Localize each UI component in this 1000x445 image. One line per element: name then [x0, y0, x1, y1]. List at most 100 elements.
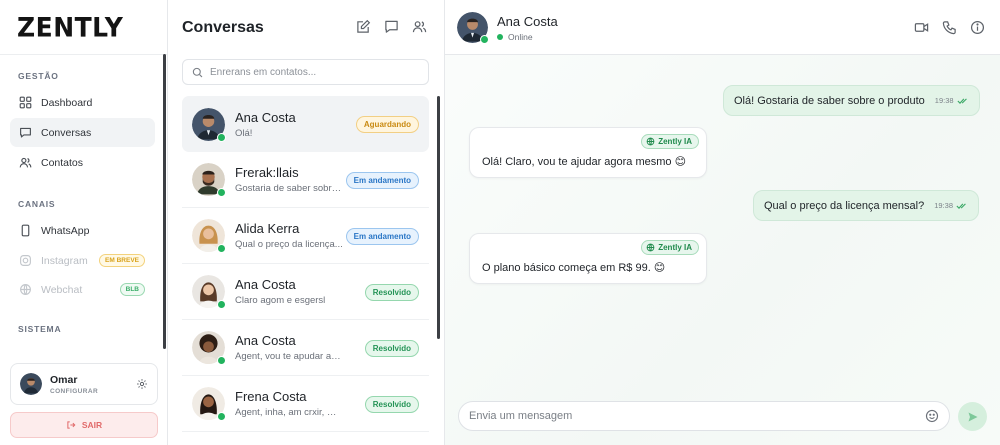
coming-soon-badge: BLB	[119, 283, 145, 296]
coming-soon-badge: EM BREVE	[99, 254, 145, 267]
status-badge: Resolvido	[364, 284, 419, 301]
conversation-item[interactable]: Ana Costa Agent, vou te apudar agora... …	[182, 320, 429, 376]
send-button[interactable]	[958, 402, 987, 431]
avatar	[192, 387, 226, 421]
phone-call-icon[interactable]	[942, 20, 957, 35]
time-label: 19:38	[934, 96, 954, 105]
avatar	[192, 163, 226, 197]
conversation-list: Ana Costa Olá! Aguardando Frerak:llais G…	[168, 93, 445, 445]
status-badge: Em andamento	[345, 172, 419, 189]
incoming-message: Zently IA Olá! Claro, vou te ajudar agor…	[469, 127, 707, 178]
conversation-item[interactable]: Ana Costa Olá! Aguardando	[182, 96, 429, 152]
double-check-icon	[956, 202, 966, 209]
send-icon	[968, 412, 977, 421]
sidebar-item-contatos[interactable]: Contatos	[10, 148, 155, 177]
logout-button[interactable]: SAIR	[10, 412, 158, 438]
sidebar-scrollbar[interactable]	[163, 54, 166, 349]
avatar	[192, 107, 226, 142]
avatar	[20, 373, 42, 395]
video-call-icon[interactable]	[914, 20, 929, 35]
message-input[interactable]	[469, 410, 925, 422]
time-label: 19:38	[934, 201, 953, 210]
online-indicator	[217, 244, 226, 253]
search-input[interactable]	[210, 66, 420, 78]
avatar	[457, 12, 489, 44]
user-settings-link[interactable]: CONFIGURAR	[50, 388, 98, 395]
user-card[interactable]: Omar CONFIGURAR	[10, 363, 158, 405]
logout-icon	[67, 421, 76, 429]
avatar	[192, 275, 226, 309]
double-check-icon	[957, 97, 967, 104]
sidebar-item-label: Conversas	[41, 126, 92, 139]
sidebar-item-dashboard[interactable]: Dashboard	[10, 88, 155, 117]
message-text: Qual o preço da licença mensal?	[764, 199, 925, 212]
conversation-item[interactable]: Alida Kerra Qual o preço da licença... E…	[182, 208, 429, 264]
dashboard-icon	[19, 96, 32, 109]
message-composer[interactable]	[458, 401, 950, 431]
user-name: Omar	[50, 373, 78, 386]
globe-icon	[20, 284, 31, 295]
chat-actions	[914, 20, 985, 35]
gear-icon[interactable]	[136, 378, 148, 390]
ai-tag: Zently IA	[641, 134, 699, 149]
status-badge: Aguardando	[355, 116, 419, 133]
online-indicator	[217, 188, 226, 197]
contact-name: Alida Kerra	[235, 221, 300, 236]
app-logo: ZENTLY	[17, 12, 124, 43]
message-time: 19:38	[935, 96, 969, 105]
panel-title: Conversas	[182, 19, 264, 36]
status-dot	[497, 34, 503, 40]
list-scrollbar[interactable]	[437, 96, 440, 339]
contact-name: Ana Costa	[235, 277, 296, 292]
search-box[interactable]	[182, 59, 429, 85]
message-time: 19:38	[934, 201, 968, 210]
sidebar: ZENTLY GESTÃO Dashboard Conversas Contat…	[0, 0, 168, 445]
message-preview: Agent, vou te apudar agora...	[235, 351, 343, 362]
ai-tag-label: Zently IA	[658, 243, 692, 252]
sidebar-item-webchat[interactable]: Webchat BLB	[10, 275, 155, 304]
message-text: Olá! Claro, vou te ajudar agora mesmo 😊	[482, 156, 687, 168]
sidebar-item-label: WhatsApp	[41, 224, 90, 237]
status-badge: Em andamento	[345, 228, 419, 245]
status-text: Online	[508, 32, 533, 42]
conversation-item[interactable]: Frerak:llais Gostaria de saber sobre... …	[182, 152, 429, 208]
sidebar-item-conversas[interactable]: Conversas	[10, 118, 155, 147]
sidebar-item-label: Webchat	[41, 283, 83, 296]
outgoing-message: Olá! Gostaria de saber sobre o produto 1…	[723, 85, 980, 116]
chat-panel: Ana Costa Online Olá! Gostaria de saber …	[445, 0, 1000, 445]
message-preview: Qual o preço da licença...	[235, 239, 343, 250]
chat-contact-status: Online	[497, 32, 533, 42]
sidebar-item-label: Dashboard	[41, 96, 93, 109]
status-badge: Resolvido	[364, 340, 419, 357]
panel-actions	[356, 19, 427, 34]
divider	[0, 54, 167, 55]
contacts-icon[interactable]	[412, 19, 427, 34]
instagram-icon	[20, 255, 31, 266]
conversation-item[interactable]: Frena Costa Agent, inha, am crxir, mais.…	[182, 376, 429, 432]
contact-name: Ana Costa	[235, 333, 296, 348]
conversation-item[interactable]: Ana Costa Claro agom e esgersl Resolvido	[182, 264, 429, 320]
chat-contact-name: Ana Costa	[497, 14, 558, 29]
emoji-icon[interactable]	[925, 409, 939, 423]
sidebar-item-instagram[interactable]: Instagram EM BREVE	[10, 246, 155, 275]
message-preview: Gostaria de saber sobre...	[235, 183, 343, 194]
section-label-gestao: GESTÃO	[18, 71, 59, 81]
online-indicator	[480, 35, 489, 44]
online-indicator	[217, 412, 226, 421]
contact-name: Frena Costa	[235, 389, 307, 404]
edit-icon[interactable]	[356, 19, 371, 34]
section-label-sistema: SISTEMA	[18, 324, 62, 334]
new-chat-icon[interactable]	[384, 19, 399, 34]
info-icon[interactable]	[970, 20, 985, 35]
avatar	[192, 331, 226, 365]
outgoing-message: Qual o preço da licença mensal? 19:38	[753, 190, 979, 221]
sidebar-item-whatsapp[interactable]: WhatsApp	[10, 216, 155, 245]
chat-header: Ana Costa Online	[445, 0, 1000, 55]
online-indicator	[217, 132, 226, 142]
phone-icon	[21, 224, 30, 237]
message-preview: Agent, inha, am crxir, mais...	[235, 407, 343, 418]
logout-label: SAIR	[81, 420, 103, 430]
ai-tag: Zently IA	[641, 240, 699, 255]
message-preview: Olá!	[235, 127, 253, 139]
globe-icon	[646, 243, 655, 252]
